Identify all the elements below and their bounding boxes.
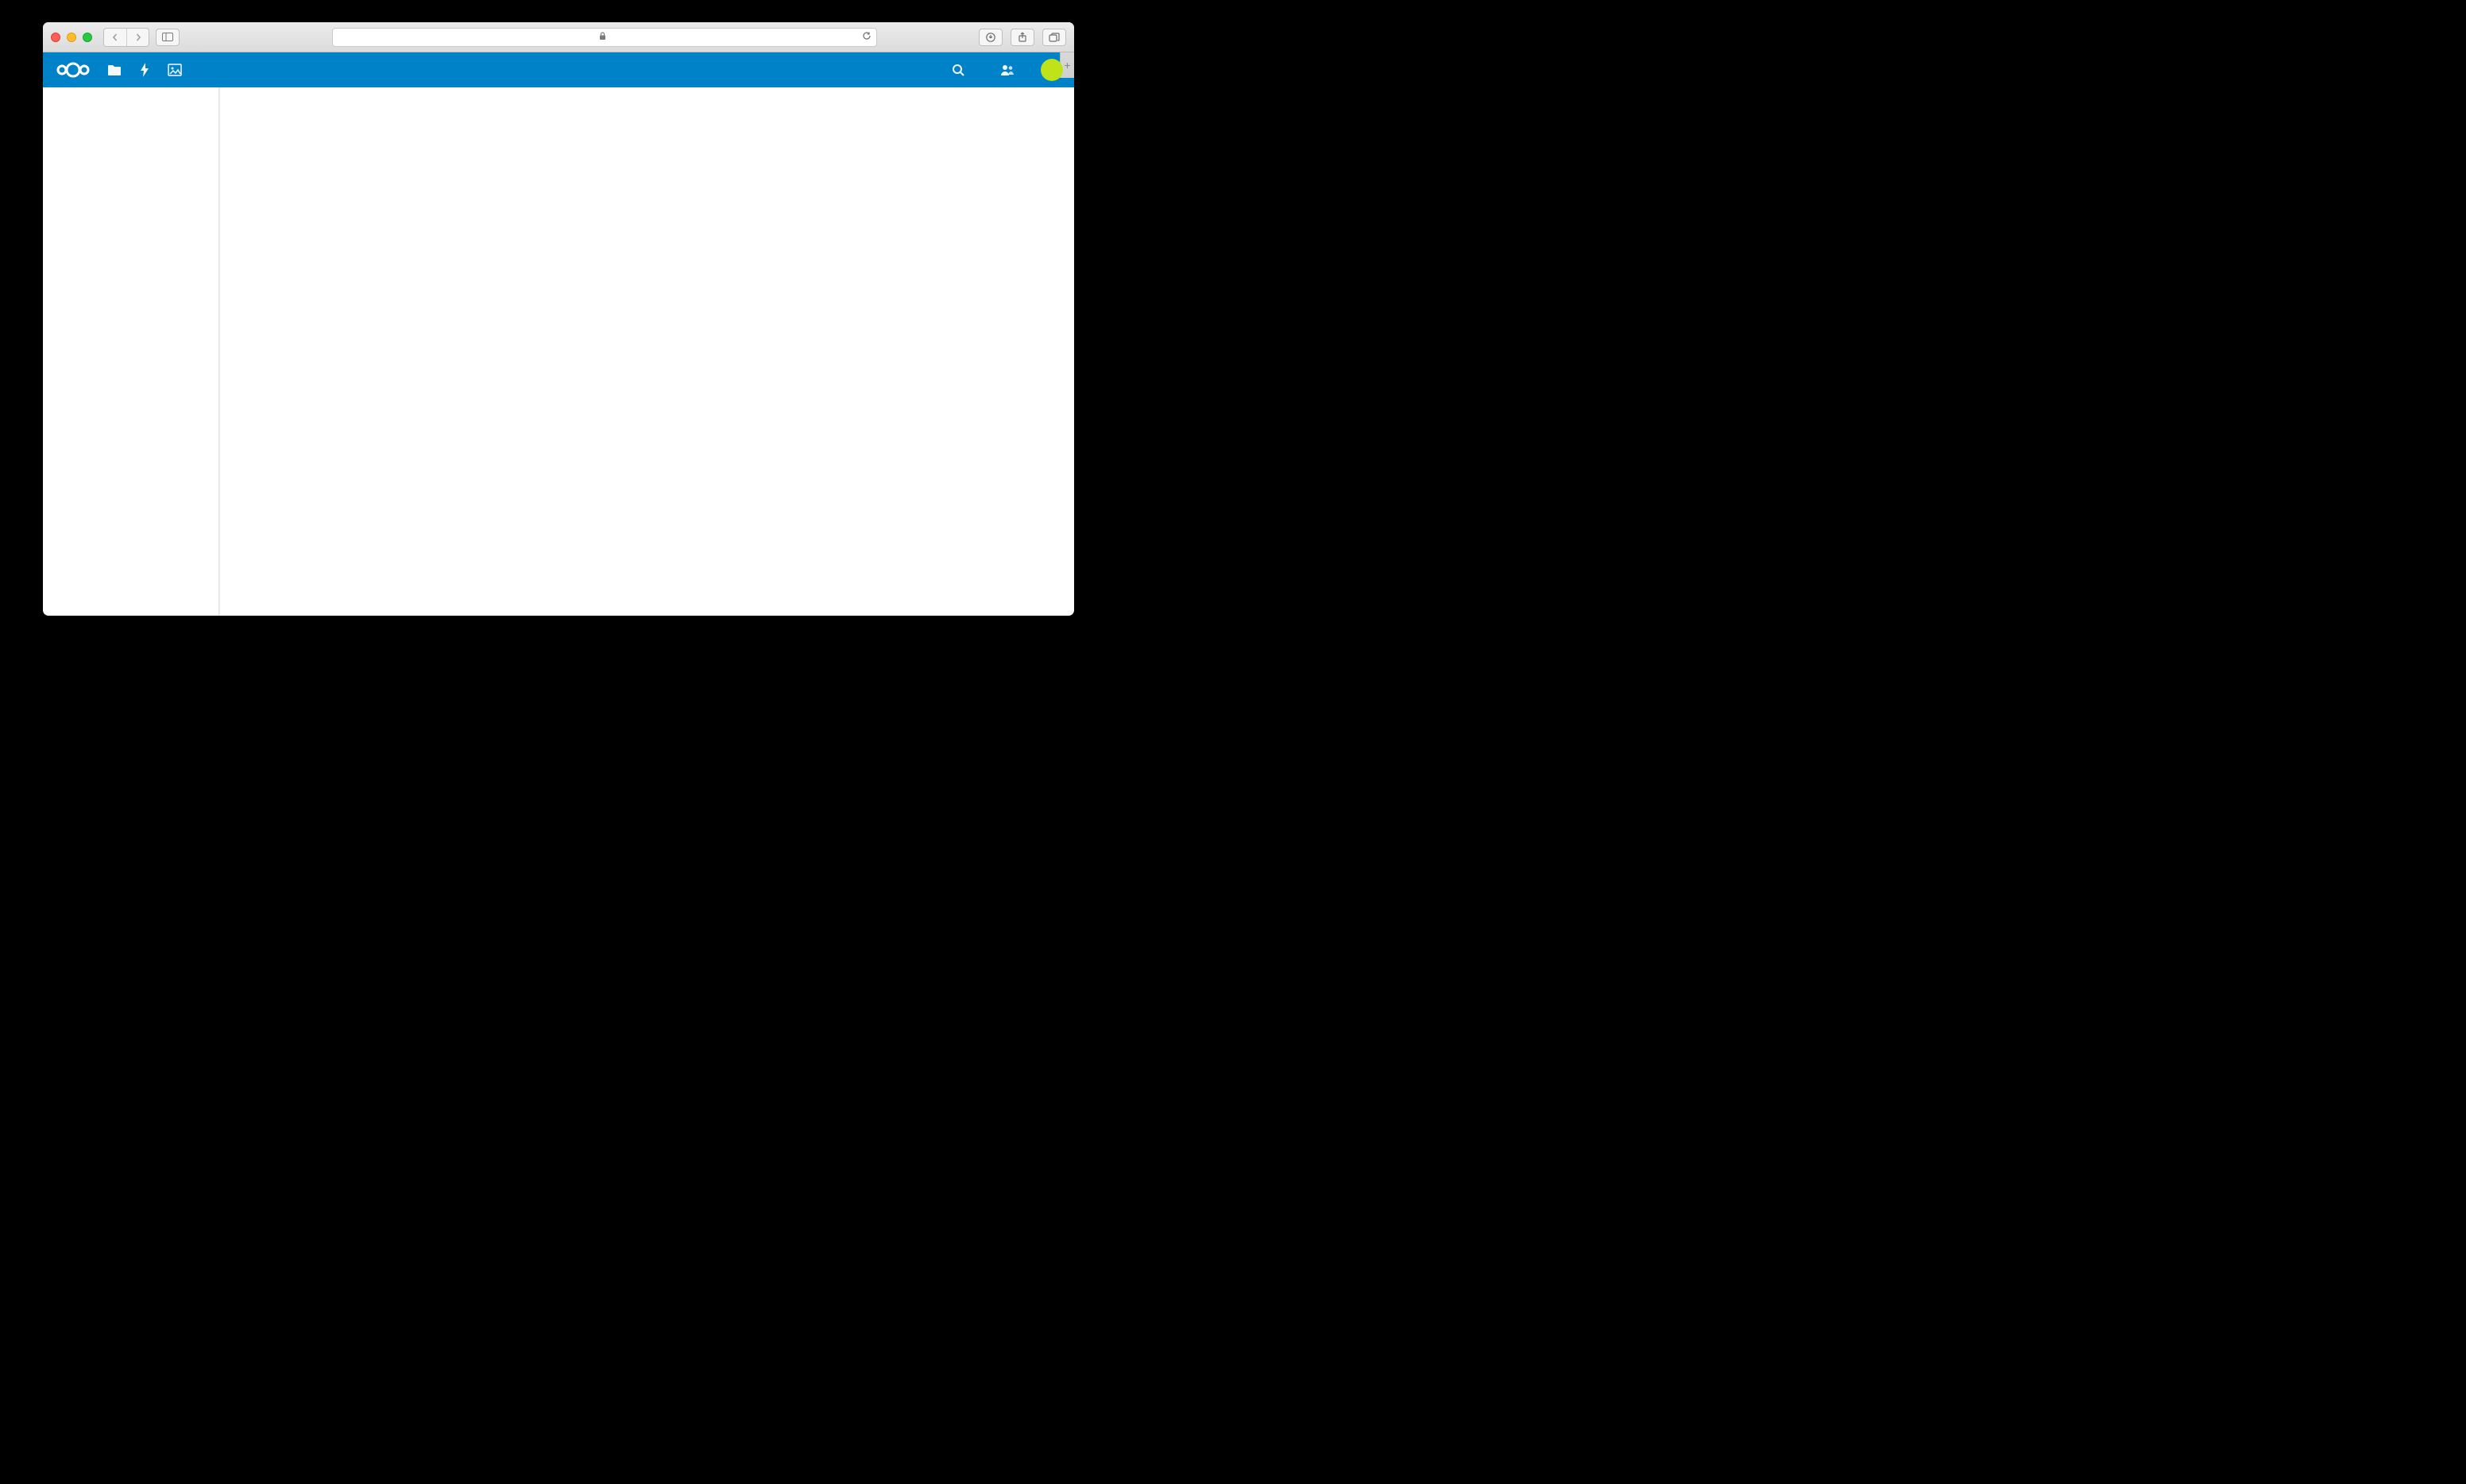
- window-close-button[interactable]: [51, 33, 60, 42]
- sidebar: [43, 87, 219, 616]
- gallery-app-icon[interactable]: [167, 62, 183, 78]
- reload-button[interactable]: [862, 31, 872, 43]
- sidebar-toggle-button[interactable]: [156, 29, 180, 46]
- contacts-button[interactable]: [999, 62, 1015, 78]
- address-bar[interactable]: [332, 28, 877, 47]
- files-app-icon[interactable]: [106, 62, 122, 78]
- window-minimize-button[interactable]: [67, 33, 76, 42]
- app-header: [43, 52, 1074, 87]
- nextcloud-logo-icon[interactable]: [54, 60, 92, 79]
- toolbar-right: [979, 29, 1066, 46]
- apps-list: [219, 87, 1074, 616]
- user-avatar[interactable]: [1041, 59, 1063, 81]
- window-controls: [51, 33, 92, 42]
- browser-window: +: [43, 22, 1074, 616]
- lock-icon: [599, 32, 606, 43]
- nav-back-forward: [103, 28, 149, 47]
- window-zoom-button[interactable]: [83, 33, 92, 42]
- browser-titlebar: [43, 22, 1074, 52]
- share-button[interactable]: [1011, 29, 1034, 46]
- nav-forward-button[interactable]: [126, 29, 149, 46]
- activity-app-icon[interactable]: [137, 62, 153, 78]
- tabs-button[interactable]: [1042, 29, 1066, 46]
- downloads-button[interactable]: [979, 29, 1003, 46]
- nav-back-button[interactable]: [104, 29, 126, 46]
- search-button[interactable]: [950, 62, 966, 78]
